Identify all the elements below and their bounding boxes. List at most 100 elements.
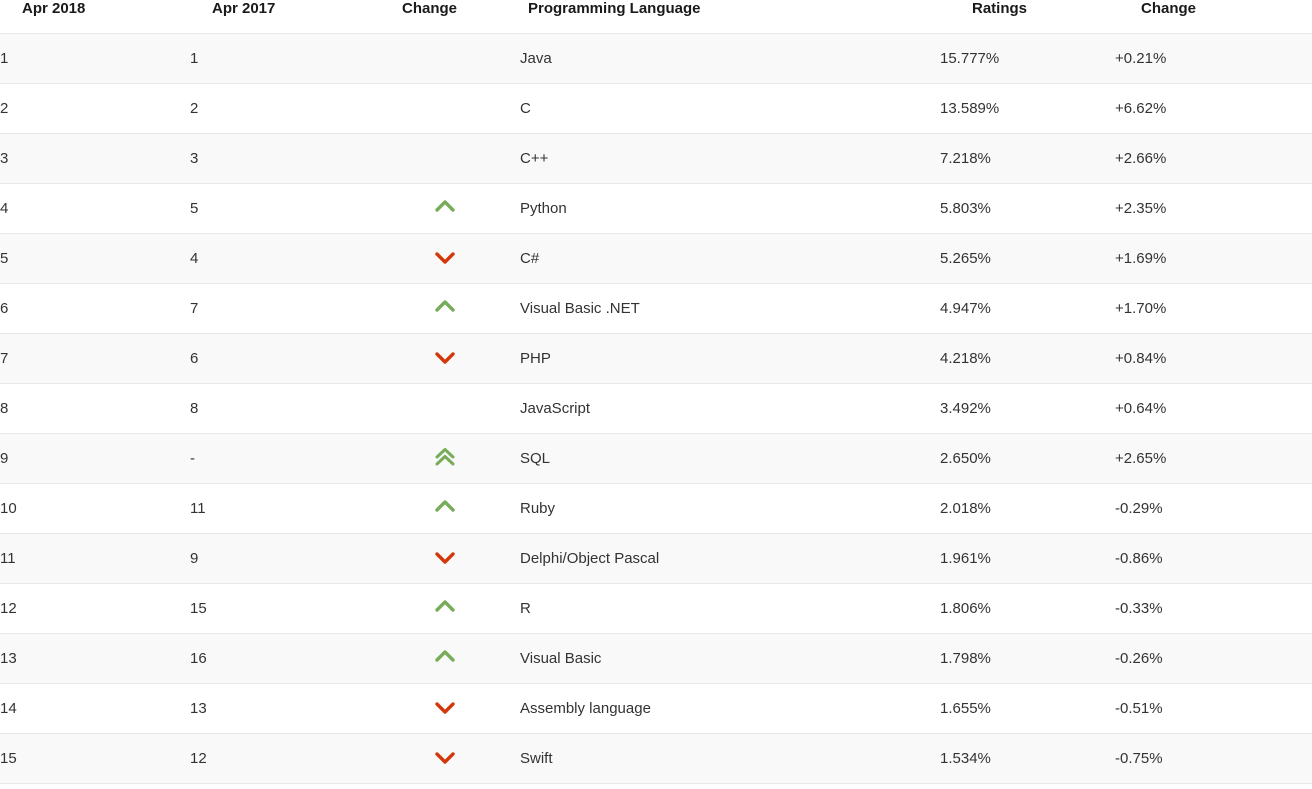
cell-rank-current: 12 <box>0 583 190 634</box>
cell-change-percent: +0.21% <box>1115 33 1312 84</box>
chevron-up-icon <box>434 496 456 518</box>
cell-change-percent: +0.84% <box>1115 333 1312 384</box>
cell-rank-previous: 8 <box>190 383 370 434</box>
cell-ratings: 5.803% <box>940 183 1115 234</box>
cell-rank-current: 5 <box>0 233 190 284</box>
cell-change-direction <box>370 83 520 134</box>
table-row: 12 15 R 1.806% -0.33% <box>0 583 1312 634</box>
cell-change-percent: +1.70% <box>1115 283 1312 334</box>
cell-change-percent: +2.66% <box>1115 133 1312 184</box>
table-row: 10 11 Ruby 2.018% -0.29% <box>0 483 1312 534</box>
header-row: Apr 2018 Apr 2017 Change Programming Lan… <box>0 0 1312 34</box>
cell-language: Java <box>520 33 940 84</box>
cell-change-direction <box>370 533 520 584</box>
cell-language: SQL <box>520 433 940 484</box>
cell-language: Swift <box>520 733 940 784</box>
table-row: 15 12 Swift 1.534% -0.75% <box>0 733 1312 784</box>
table-row: 5 4 C# 5.265% +1.69% <box>0 233 1312 284</box>
cell-rank-previous: 12 <box>190 733 370 784</box>
cell-language: Python <box>520 183 940 234</box>
chevron-up-icon <box>434 596 456 618</box>
cell-change-direction <box>370 433 520 484</box>
cell-rank-current: 7 <box>0 333 190 384</box>
cell-change-percent: -0.75% <box>1115 733 1312 784</box>
cell-ratings: 2.018% <box>940 483 1115 534</box>
cell-change-percent: +2.35% <box>1115 183 1312 234</box>
cell-language: Assembly language <box>520 683 940 734</box>
cell-ratings: 1.961% <box>940 533 1115 584</box>
cell-language: JavaScript <box>520 383 940 434</box>
cell-rank-current: 9 <box>0 433 190 484</box>
cell-change-direction <box>370 33 520 84</box>
cell-ratings: 4.218% <box>940 333 1115 384</box>
cell-rank-previous: 3 <box>190 133 370 184</box>
column-header-rank-current: Apr 2018 <box>0 0 190 34</box>
column-header-rank-previous: Apr 2017 <box>190 0 370 34</box>
cell-rank-current: 11 <box>0 533 190 584</box>
table-row: 2 2 C 13.589% +6.62% <box>0 83 1312 134</box>
table-row: 8 8 JavaScript 3.492% +0.64% <box>0 383 1312 434</box>
table-row: 7 6 PHP 4.218% +0.84% <box>0 333 1312 384</box>
cell-ratings: 5.265% <box>940 233 1115 284</box>
cell-rank-previous: 1 <box>190 33 370 84</box>
cell-language: C++ <box>520 133 940 184</box>
column-header-change-direction: Change <box>370 0 520 34</box>
cell-language: R <box>520 583 940 634</box>
cell-change-direction <box>370 283 520 334</box>
cell-rank-previous: 16 <box>190 633 370 684</box>
table-row: 13 16 Visual Basic 1.798% -0.26% <box>0 633 1312 684</box>
cell-change-percent: +6.62% <box>1115 83 1312 134</box>
cell-rank-current: 15 <box>0 733 190 784</box>
cell-rank-current: 13 <box>0 633 190 684</box>
cell-ratings: 1.798% <box>940 633 1115 684</box>
cell-language: PHP <box>520 333 940 384</box>
cell-change-direction <box>370 483 520 534</box>
cell-change-direction <box>370 333 520 384</box>
cell-rank-previous: 4 <box>190 233 370 284</box>
table-header: Apr 2018 Apr 2017 Change Programming Lan… <box>0 0 1312 34</box>
cell-change-percent: -0.29% <box>1115 483 1312 534</box>
column-header-language: Programming Language <box>520 0 940 34</box>
cell-rank-previous: 15 <box>190 583 370 634</box>
cell-change-direction <box>370 683 520 734</box>
cell-rank-current: 1 <box>0 33 190 84</box>
table-row: 11 9 Delphi/Object Pascal 1.961% -0.86% <box>0 533 1312 584</box>
cell-ratings: 13.589% <box>940 83 1115 134</box>
cell-change-direction <box>370 233 520 284</box>
table-row: 1 1 Java 15.777% +0.21% <box>0 33 1312 84</box>
cell-rank-previous: 6 <box>190 333 370 384</box>
cell-language: C# <box>520 233 940 284</box>
cell-language: Visual Basic <box>520 633 940 684</box>
cell-ratings: 2.650% <box>940 433 1115 484</box>
column-header-change-percent: Change <box>1115 0 1312 34</box>
cell-ratings: 1.806% <box>940 583 1115 634</box>
cell-change-percent: -0.26% <box>1115 633 1312 684</box>
chevron-up-icon <box>434 196 456 218</box>
cell-ratings: 1.655% <box>940 683 1115 734</box>
cell-ratings: 1.534% <box>940 733 1115 784</box>
cell-rank-previous: 9 <box>190 533 370 584</box>
cell-rank-current: 14 <box>0 683 190 734</box>
cell-change-direction <box>370 583 520 634</box>
cell-rank-previous: 2 <box>190 83 370 134</box>
chevron-down-icon <box>434 246 456 268</box>
cell-change-percent: +1.69% <box>1115 233 1312 284</box>
cell-language: Ruby <box>520 483 940 534</box>
chevron-double-up-icon <box>434 446 456 468</box>
cell-ratings: 3.492% <box>940 383 1115 434</box>
cell-ratings: 4.947% <box>940 283 1115 334</box>
table-body: 1 1 Java 15.777% +0.21% 2 2 C 13.589% +6.62% 3 3 C++… <box>0 33 1312 784</box>
cell-rank-previous: 11 <box>190 483 370 534</box>
cell-language: C <box>520 83 940 134</box>
cell-rank-current: 2 <box>0 83 190 134</box>
table-row: 9- SQL 2.650% +2.65% <box>0 433 1312 484</box>
cell-language: Delphi/Object Pascal <box>520 533 940 584</box>
cell-rank-previous: 5 <box>190 183 370 234</box>
cell-change-direction <box>370 183 520 234</box>
cell-ratings: 15.777% <box>940 33 1115 84</box>
cell-rank-current: 8 <box>0 383 190 434</box>
cell-rank-current: 10 <box>0 483 190 534</box>
table-row: 3 3 C++ 7.218% +2.66% <box>0 133 1312 184</box>
cell-rank-previous: 13 <box>190 683 370 734</box>
cell-rank-current: 6 <box>0 283 190 334</box>
